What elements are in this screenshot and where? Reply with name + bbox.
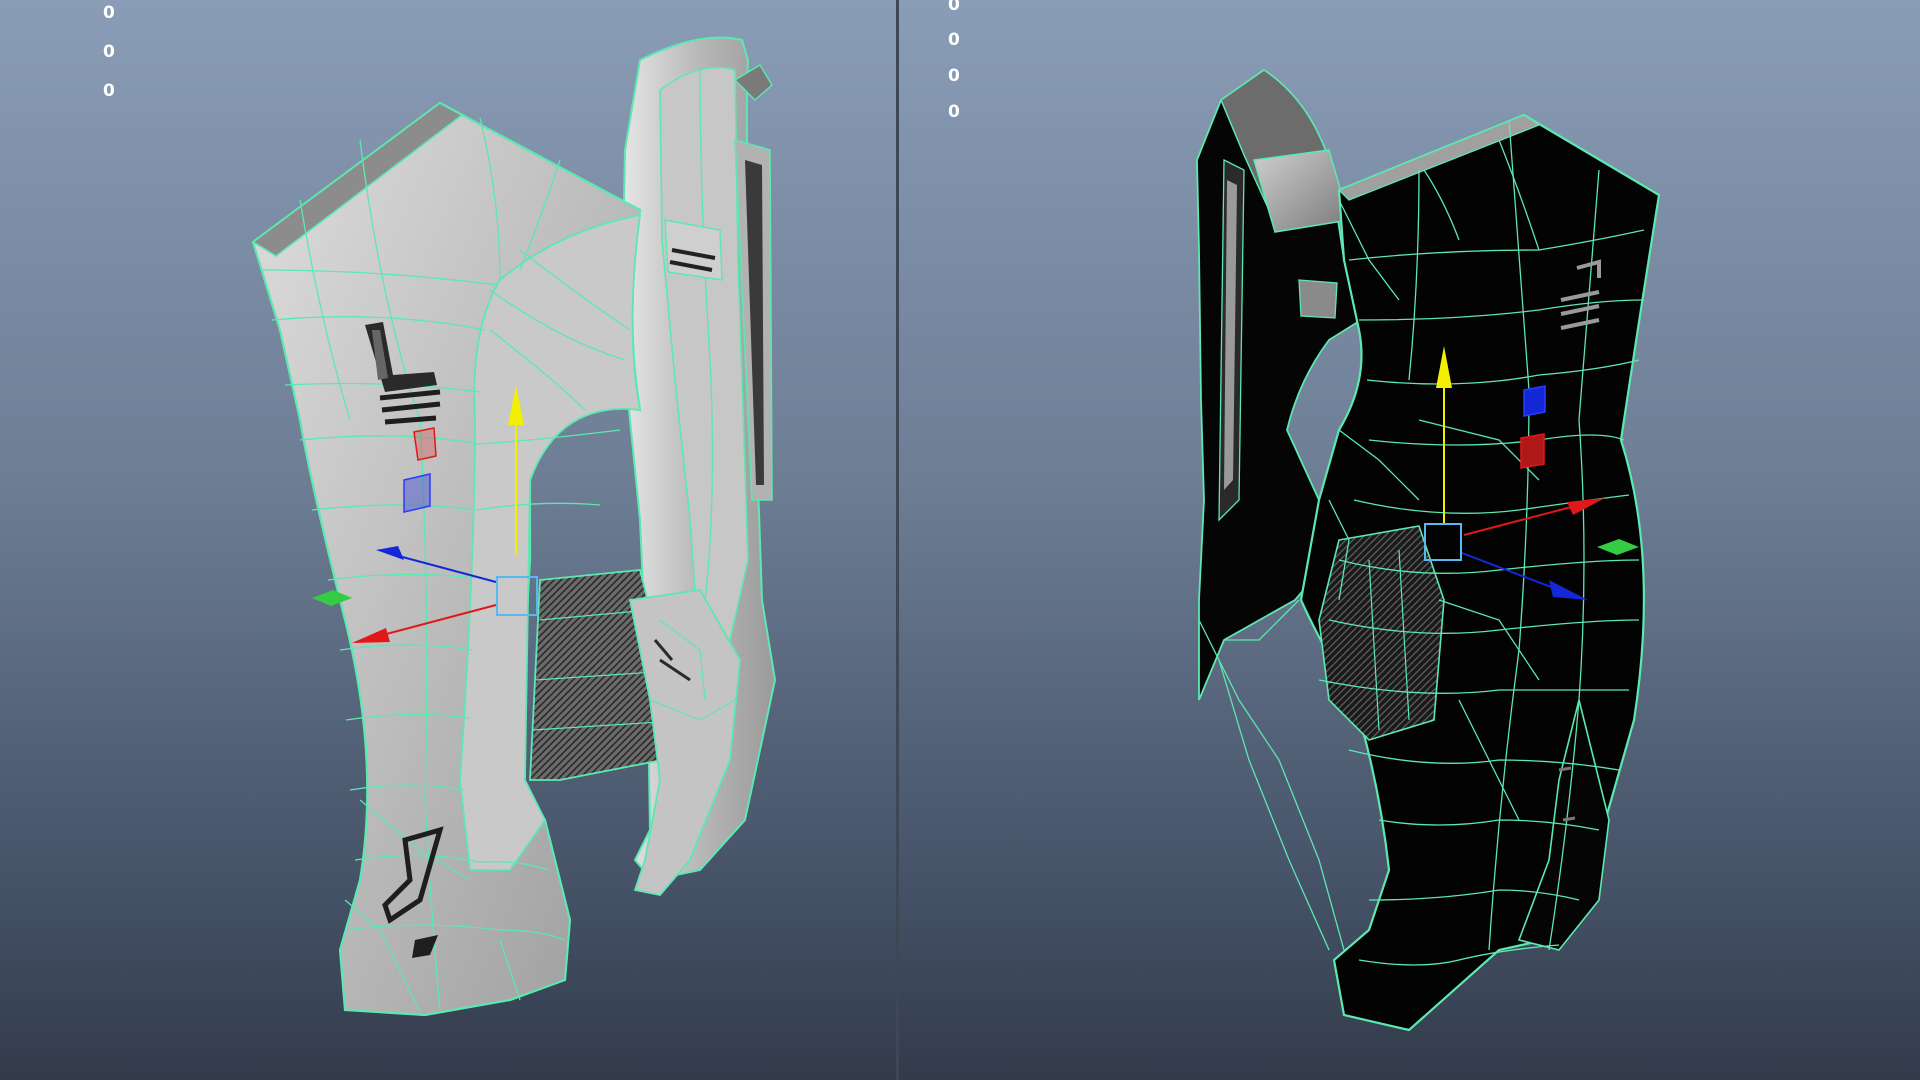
viewport-left[interactable]: 0 0 0 <box>0 0 896 1080</box>
scene-right <box>1196 68 1661 1032</box>
xy-plane-handle-icon[interactable] <box>1520 433 1545 469</box>
model-mesh-left[interactable] <box>251 36 777 1017</box>
maya-viewport-compare: 0 0 0 0 0 0 0 <box>0 0 1920 1080</box>
yz-plane-handle-icon[interactable] <box>1523 385 1546 417</box>
scene-left <box>251 36 777 1017</box>
model-mesh-right[interactable] <box>1196 68 1661 1032</box>
xy-plane-handle-icon[interactable] <box>413 427 437 461</box>
viewport-right[interactable]: 0 0 0 0 <box>899 0 1920 1080</box>
yz-plane-handle-icon[interactable] <box>403 473 431 513</box>
